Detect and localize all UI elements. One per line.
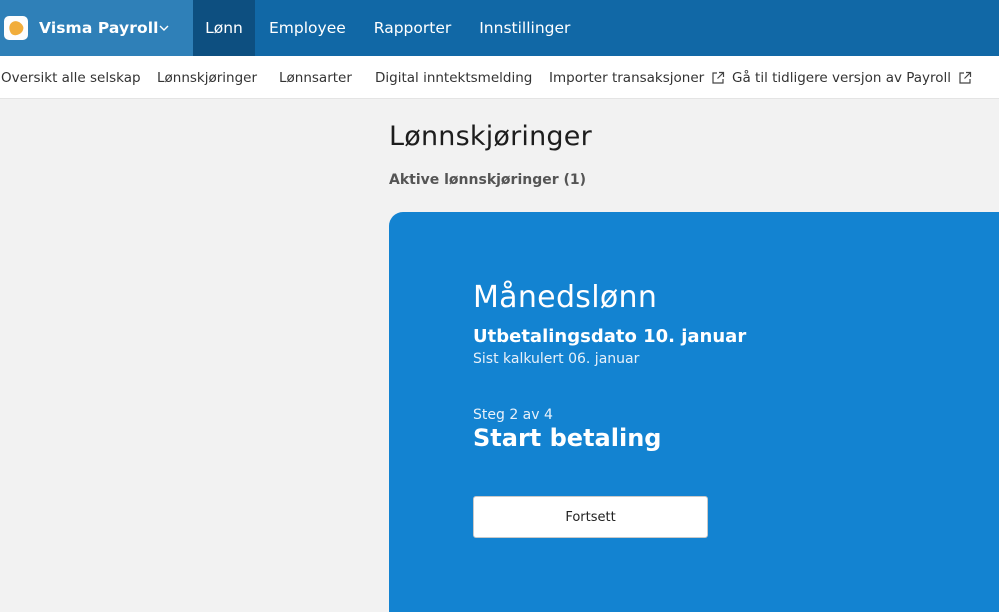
step-indicator: Steg 2 av 4 — [473, 407, 553, 423]
sub-navigation: Oversikt alle selskap Lønnskjøringer Løn… — [0, 56, 999, 99]
tab-employee[interactable]: Employee — [255, 0, 360, 56]
subnav-label: Oversikt alle selskap — [1, 69, 141, 86]
chevron-down-icon[interactable] — [157, 21, 171, 35]
tab-lonn[interactable]: Lønn — [193, 0, 255, 56]
subnav-tidligere-versjon[interactable]: Gå til tidligere versjon av Payroll — [732, 56, 972, 99]
last-calculated: Sist kalkulert 06. januar — [473, 351, 640, 367]
top-navigation-bar: Visma Payroll Lønn Employee Rapporter In… — [0, 0, 999, 56]
subnav-oversikt-alle-selskap[interactable]: Oversikt alle selskap — [1, 56, 141, 99]
subnav-lonnskjoringer[interactable]: Lønnskjøringer — [157, 56, 257, 99]
app-switcher[interactable]: Visma Payroll — [0, 0, 193, 56]
subnav-label: Gå til tidligere versjon av Payroll — [732, 69, 952, 86]
section-title: Aktive lønnskjøringer (1) — [389, 172, 587, 188]
app-name: Visma Payroll — [39, 19, 159, 37]
pay-date: Utbetalingsdato 10. januar — [473, 326, 747, 347]
external-link-icon — [959, 71, 972, 84]
subnav-label: Lønnsarter — [279, 69, 352, 86]
external-link-icon — [712, 71, 725, 84]
tab-rapporter[interactable]: Rapporter — [360, 0, 465, 56]
step-action-title: Start betaling — [473, 424, 662, 452]
subnav-label: Lønnskjøringer — [157, 69, 258, 86]
subnav-lonnsarter[interactable]: Lønnsarter — [279, 56, 352, 99]
payroll-run-title: Månedslønn — [473, 280, 658, 315]
payroll-run-card: Månedslønn Utbetalingsdato 10. januar Si… — [389, 212, 999, 612]
continue-button[interactable]: Fortsett — [473, 496, 708, 538]
tab-innstillinger[interactable]: Innstillinger — [465, 0, 584, 56]
subnav-digital-inntektsmelding[interactable]: Digital inntektsmelding — [375, 56, 532, 99]
visma-logo-icon — [4, 16, 28, 40]
subnav-label: Digital inntektsmelding — [375, 69, 533, 86]
subnav-label: Importer transaksjoner — [549, 69, 705, 86]
page-title: Lønnskjøringer — [389, 121, 592, 152]
subnav-importer-transaksjoner[interactable]: Importer transaksjoner — [549, 56, 725, 99]
